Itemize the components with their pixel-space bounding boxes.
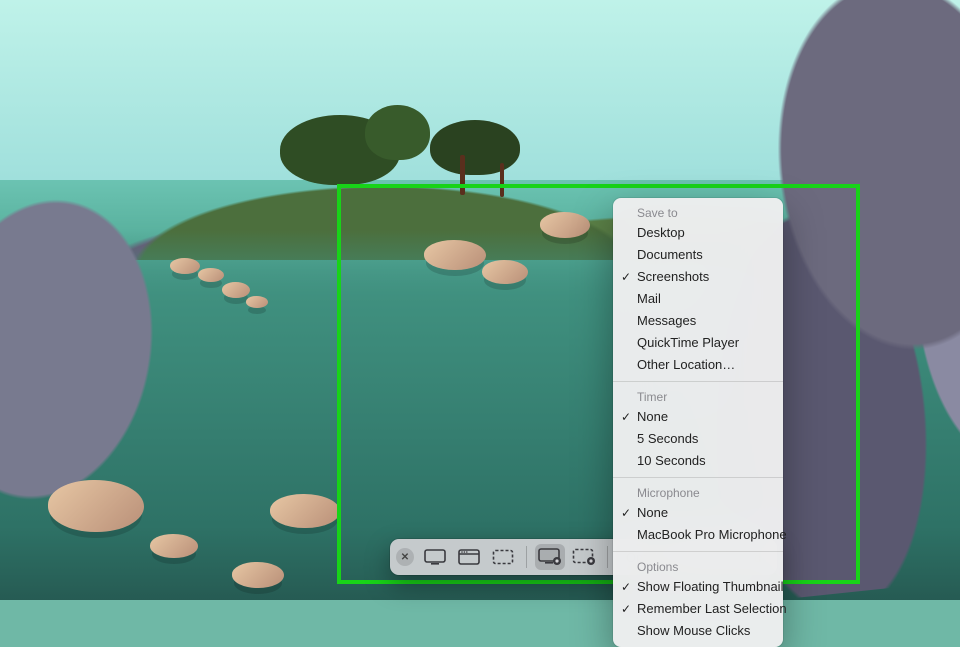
- capture-selection-icon: [492, 549, 514, 565]
- menu-item[interactable]: Other Location…: [613, 354, 783, 376]
- record-selection-icon: [572, 548, 596, 566]
- menu-item[interactable]: Screenshots: [613, 266, 783, 288]
- menu-item[interactable]: Documents: [613, 244, 783, 266]
- capture-entire-screen-button[interactable]: [420, 544, 450, 570]
- menu-item[interactable]: Messages: [613, 310, 783, 332]
- menu-section-microphone: Microphone: [613, 483, 783, 502]
- record-entire-screen-button[interactable]: [535, 544, 565, 570]
- menu-item[interactable]: 5 Seconds: [613, 428, 783, 450]
- menu-item[interactable]: None: [613, 406, 783, 428]
- menu-item[interactable]: MacBook Pro Microphone: [613, 524, 783, 546]
- menu-item[interactable]: Mail: [613, 288, 783, 310]
- menu-item[interactable]: 10 Seconds: [613, 450, 783, 472]
- menu-section-options: Options: [613, 557, 783, 576]
- capture-selection-button[interactable]: [488, 544, 518, 570]
- record-selection-button[interactable]: [569, 544, 599, 570]
- capture-window-icon: [458, 549, 480, 565]
- options-menu: Save to DesktopDocumentsScreenshotsMailM…: [613, 198, 783, 647]
- menu-item[interactable]: None: [613, 502, 783, 524]
- toolbar-separator: [607, 546, 608, 568]
- menu-item[interactable]: Remember Last Selection: [613, 598, 783, 620]
- menu-divider: [613, 477, 783, 478]
- capture-entire-screen-icon: [424, 549, 446, 565]
- menu-divider: [613, 551, 783, 552]
- close-icon[interactable]: ✕: [396, 548, 414, 566]
- menu-divider: [613, 381, 783, 382]
- menu-item[interactable]: Desktop: [613, 222, 783, 244]
- capture-window-button[interactable]: [454, 544, 484, 570]
- menu-item[interactable]: Show Floating Thumbnail: [613, 576, 783, 598]
- record-entire-screen-icon: [538, 548, 562, 566]
- menu-item[interactable]: Show Mouse Clicks: [613, 620, 783, 642]
- menu-section-timer: Timer: [613, 387, 783, 406]
- menu-section-save-to: Save to: [613, 203, 783, 222]
- toolbar-separator: [526, 546, 527, 568]
- menu-item[interactable]: QuickTime Player: [613, 332, 783, 354]
